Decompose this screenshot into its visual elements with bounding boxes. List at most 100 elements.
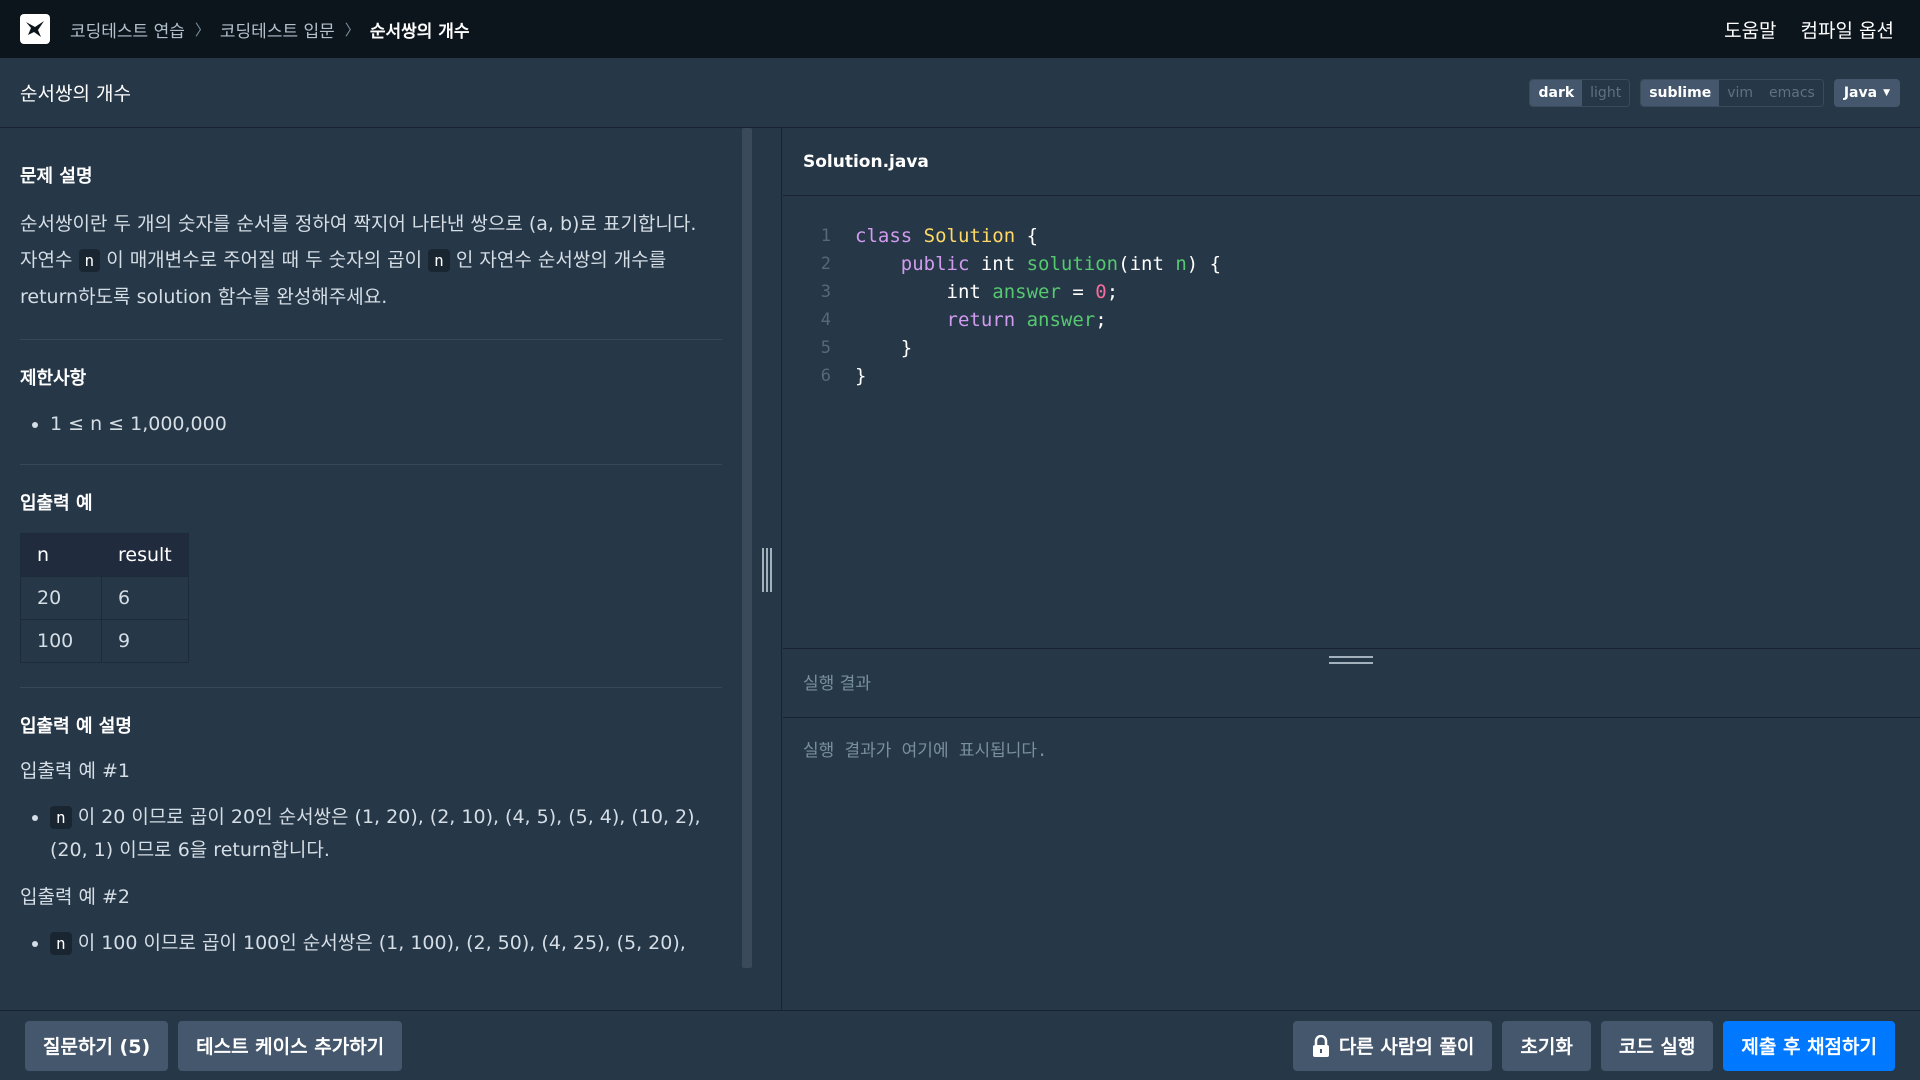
description-line-2b: 이 매개변수로 주어질 때 두 숫자의 곱이 (106, 249, 423, 271)
line-number: 2 (820, 254, 831, 274)
description-line-2c: 인 자연수 순서쌍의 개수를 (455, 249, 667, 271)
line-number: 1 (820, 226, 831, 246)
example-2-title: 입출력 예 #2 (20, 886, 131, 908)
challenge-titlebar: 순서쌍의 개수 dark light sublime vim emacs Jav… (0, 58, 1920, 128)
line-number: 6 (820, 366, 831, 386)
code-text: class Solution { (855, 222, 1038, 250)
file-name: Solution.java (803, 151, 929, 172)
chevron-right-icon: 〉 (344, 20, 360, 39)
caret-down-icon: ▼ (1883, 87, 1890, 98)
result-header: 실행 결과 (783, 648, 1920, 718)
page-title: 순서쌍의 개수 (20, 83, 131, 105)
code-text: } (855, 362, 866, 390)
io-example-table: n result 20 6 100 9 (20, 533, 189, 663)
description-heading: 문제 설명 (20, 166, 93, 187)
editor-tab: Solution.java (783, 128, 1920, 196)
keymap-toggle: sublime vim emacs (1640, 78, 1824, 107)
action-bar: 질문하기 (5) 테스트 케이스 추가하기 다른 사람의 풀이 초기화 코드 실… (0, 1010, 1920, 1080)
section-divider (20, 464, 722, 465)
code-line: 4 return answer; (783, 306, 1920, 334)
code-text: public int solution(int n) { (855, 250, 1221, 278)
code-number: 0 (1095, 281, 1107, 303)
table-cell: 9 (101, 619, 189, 663)
example-2-text-1: 이 100 이므로 곱이 100인 순서쌍은 (1, 100), (2, 50)… (77, 932, 686, 954)
ask-question-button[interactable]: 질문하기 (5) (25, 1020, 169, 1071)
code-punct: } (855, 365, 867, 387)
list-item: n 이 100 이므로 곱이 100인 순서쌍은 (1, 100), (2, 5… (50, 927, 722, 960)
code-line: 1 class Solution { (783, 222, 1920, 250)
inline-code: n (50, 932, 72, 955)
breadcrumb: 코딩테스트 연습 〉 코딩테스트 입문 〉 순서쌍의 개수 (70, 17, 470, 42)
add-test-case-button[interactable]: 테스트 케이스 추가하기 (178, 1020, 403, 1071)
breadcrumb-item-practice[interactable]: 코딩테스트 연습 (70, 17, 185, 42)
other-solutions-label: 다른 사람의 풀이 (1338, 1036, 1475, 1058)
top-navbar: 코딩테스트 연습 〉 코딩테스트 입문 〉 순서쌍의 개수 도움말 컴파일 옵션 (0, 0, 1920, 58)
vertical-split-divider[interactable] (752, 128, 782, 1010)
breadcrumb-item-intro[interactable]: 코딩테스트 입문 (220, 17, 335, 42)
constraints-list: 1 ≤ n ≤ 1,000,000 (20, 408, 722, 440)
code-type: int (946, 281, 993, 303)
problem-panel[interactable]: 문제 설명 순서쌍이란 두 개의 숫자를 순서를 정하여 짝지어 나타낸 쌍으로… (0, 128, 742, 1010)
chevron-right-icon: 〉 (194, 20, 210, 39)
drag-handle-icon[interactable] (762, 548, 772, 592)
other-solutions-button[interactable]: 다른 사람의 풀이 (1292, 1020, 1493, 1071)
problem-scrollbar[interactable] (742, 128, 752, 968)
reset-label: 초기화 (1520, 1036, 1573, 1058)
description-line-2a: 자연수 (20, 249, 73, 271)
line-number: 4 (820, 310, 831, 330)
inline-code: n (50, 806, 72, 829)
code-punct: } (900, 337, 913, 359)
code-function: solution (1026, 253, 1119, 275)
keymap-vim-button[interactable]: vim (1719, 79, 1762, 106)
code-punct: ; (1106, 281, 1119, 303)
table-header-cell: n (20, 533, 102, 577)
add-test-case-label: 테스트 케이스 추가하기 (196, 1036, 385, 1058)
line-number: 5 (820, 338, 831, 358)
code-type: int (969, 253, 1027, 275)
description-line-1: 순서쌍이란 두 개의 숫자를 순서를 정하여 짝지어 나타낸 쌍으로 (a, b… (20, 213, 697, 235)
table-cell: 20 (20, 576, 102, 620)
code-punct: (int (1118, 253, 1176, 275)
breadcrumb-item-current: 순서쌍의 개수 (369, 21, 470, 42)
section-divider (20, 339, 722, 340)
io-example-heading: 입출력 예 (20, 493, 93, 514)
code-keyword: class (855, 225, 913, 247)
theme-light-button[interactable]: light (1582, 79, 1630, 106)
logo-icon[interactable] (20, 14, 50, 44)
constraints-heading: 제한사항 (20, 368, 87, 389)
ask-question-label: 질문하기 (5) (43, 1036, 151, 1058)
theme-dark-button[interactable]: dark (1530, 79, 1583, 106)
code-variable: answer (1026, 309, 1096, 331)
keymap-sublime-button[interactable]: sublime (1641, 79, 1720, 106)
table-row: 100 9 (20, 619, 189, 663)
code-line: 6 } (783, 362, 1920, 390)
line-number: 3 (820, 282, 831, 302)
table-cell: 100 (20, 619, 102, 663)
drag-handle-icon[interactable] (1329, 656, 1373, 664)
table-header-row: n result (20, 533, 189, 577)
description-text: 순서쌍이란 두 개의 숫자를 순서를 정하여 짝지어 나타낸 쌍으로 (a, b… (20, 206, 722, 315)
code-punct: = (1060, 281, 1096, 303)
code-variable: answer (992, 281, 1061, 303)
help-link[interactable]: 도움말 (1724, 16, 1776, 43)
example-1-title: 입출력 예 #1 (20, 760, 131, 782)
inline-code: n (428, 249, 450, 272)
reset-button[interactable]: 초기화 (1502, 1020, 1591, 1071)
code-text: } (855, 334, 912, 362)
code-editor[interactable]: 1 class Solution { 2 public int solution… (783, 196, 1920, 648)
language-select[interactable]: Java ▼ (1833, 78, 1900, 107)
submit-button[interactable]: 제출 후 채점하기 (1723, 1020, 1895, 1071)
example-1-list: n 이 20 이므로 곱이 20인 순서쌍은 (1, 20), (2, 10),… (20, 801, 722, 866)
example-1-text-1: 이 20 이므로 곱이 20인 순서쌍은 (1, 20), (2, 10), (… (77, 806, 701, 828)
table-row: 20 6 (20, 576, 189, 620)
run-code-button[interactable]: 코드 실행 (1600, 1020, 1714, 1071)
code-param: n (1175, 253, 1187, 275)
code-line: 2 public int solution(int n) { (783, 250, 1920, 278)
compile-options-link[interactable]: 컴파일 옵션 (1801, 16, 1894, 43)
code-punct: ) { (1186, 253, 1222, 275)
table-header-cell: result (101, 533, 189, 577)
inline-code: n (78, 249, 101, 272)
code-line: 5 } (783, 334, 1920, 362)
section-divider (20, 687, 722, 688)
keymap-emacs-button[interactable]: emacs (1761, 79, 1823, 106)
